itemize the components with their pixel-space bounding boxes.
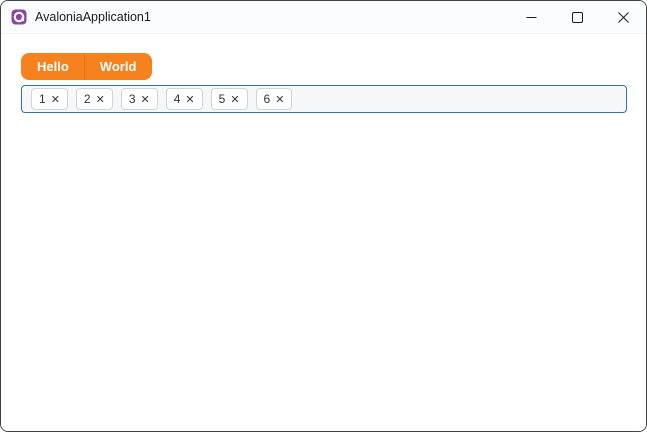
maximize-button[interactable] xyxy=(554,1,600,34)
tag-input[interactable]: 1 ✕ 2 ✕ 3 ✕ 4 ✕ 5 ✕ 6 ✕ xyxy=(21,85,627,113)
tag-chip: 3 ✕ xyxy=(120,88,158,110)
titlebar[interactable]: AvaloniaApplication1 xyxy=(1,1,646,34)
minimize-button[interactable] xyxy=(508,1,554,34)
chip-label: 5 xyxy=(218,92,226,106)
tag-chip: 6 ✕ xyxy=(255,88,293,110)
chip-remove-icon[interactable]: ✕ xyxy=(275,94,284,105)
chip-label: 4 xyxy=(173,92,181,106)
chip-label: 6 xyxy=(263,92,271,106)
maximize-icon xyxy=(571,11,583,23)
minimize-icon xyxy=(526,12,537,23)
button-group: Hello World xyxy=(21,53,153,80)
chip-label: 2 xyxy=(83,92,91,106)
hello-button[interactable]: Hello xyxy=(21,53,84,80)
close-button[interactable] xyxy=(600,1,646,34)
window-title: AvaloniaApplication1 xyxy=(35,10,151,24)
chip-label: 1 xyxy=(39,92,46,106)
chip-remove-icon[interactable]: ✕ xyxy=(141,94,150,105)
avalonia-logo-icon xyxy=(11,9,27,25)
chip-remove-icon[interactable]: ✕ xyxy=(51,94,60,105)
content-area: Hello World 1 ✕ 2 ✕ 3 ✕ 4 ✕ 5 ✕ 6 ✕ xyxy=(1,34,646,431)
tag-chip: 2 ✕ xyxy=(75,88,113,110)
close-icon xyxy=(617,11,629,23)
tag-chip: 5 ✕ xyxy=(210,88,248,110)
chip-remove-icon[interactable]: ✕ xyxy=(185,94,194,105)
app-window: AvaloniaApplication1 Hello World 1 ✕ 2 ✕… xyxy=(0,0,647,432)
chip-label: 3 xyxy=(128,92,136,106)
chip-remove-icon[interactable]: ✕ xyxy=(230,94,239,105)
tag-chip: 4 ✕ xyxy=(165,88,203,110)
chip-remove-icon[interactable]: ✕ xyxy=(96,94,105,105)
tag-chip: 1 ✕ xyxy=(31,88,68,110)
world-button[interactable]: World xyxy=(83,53,153,80)
